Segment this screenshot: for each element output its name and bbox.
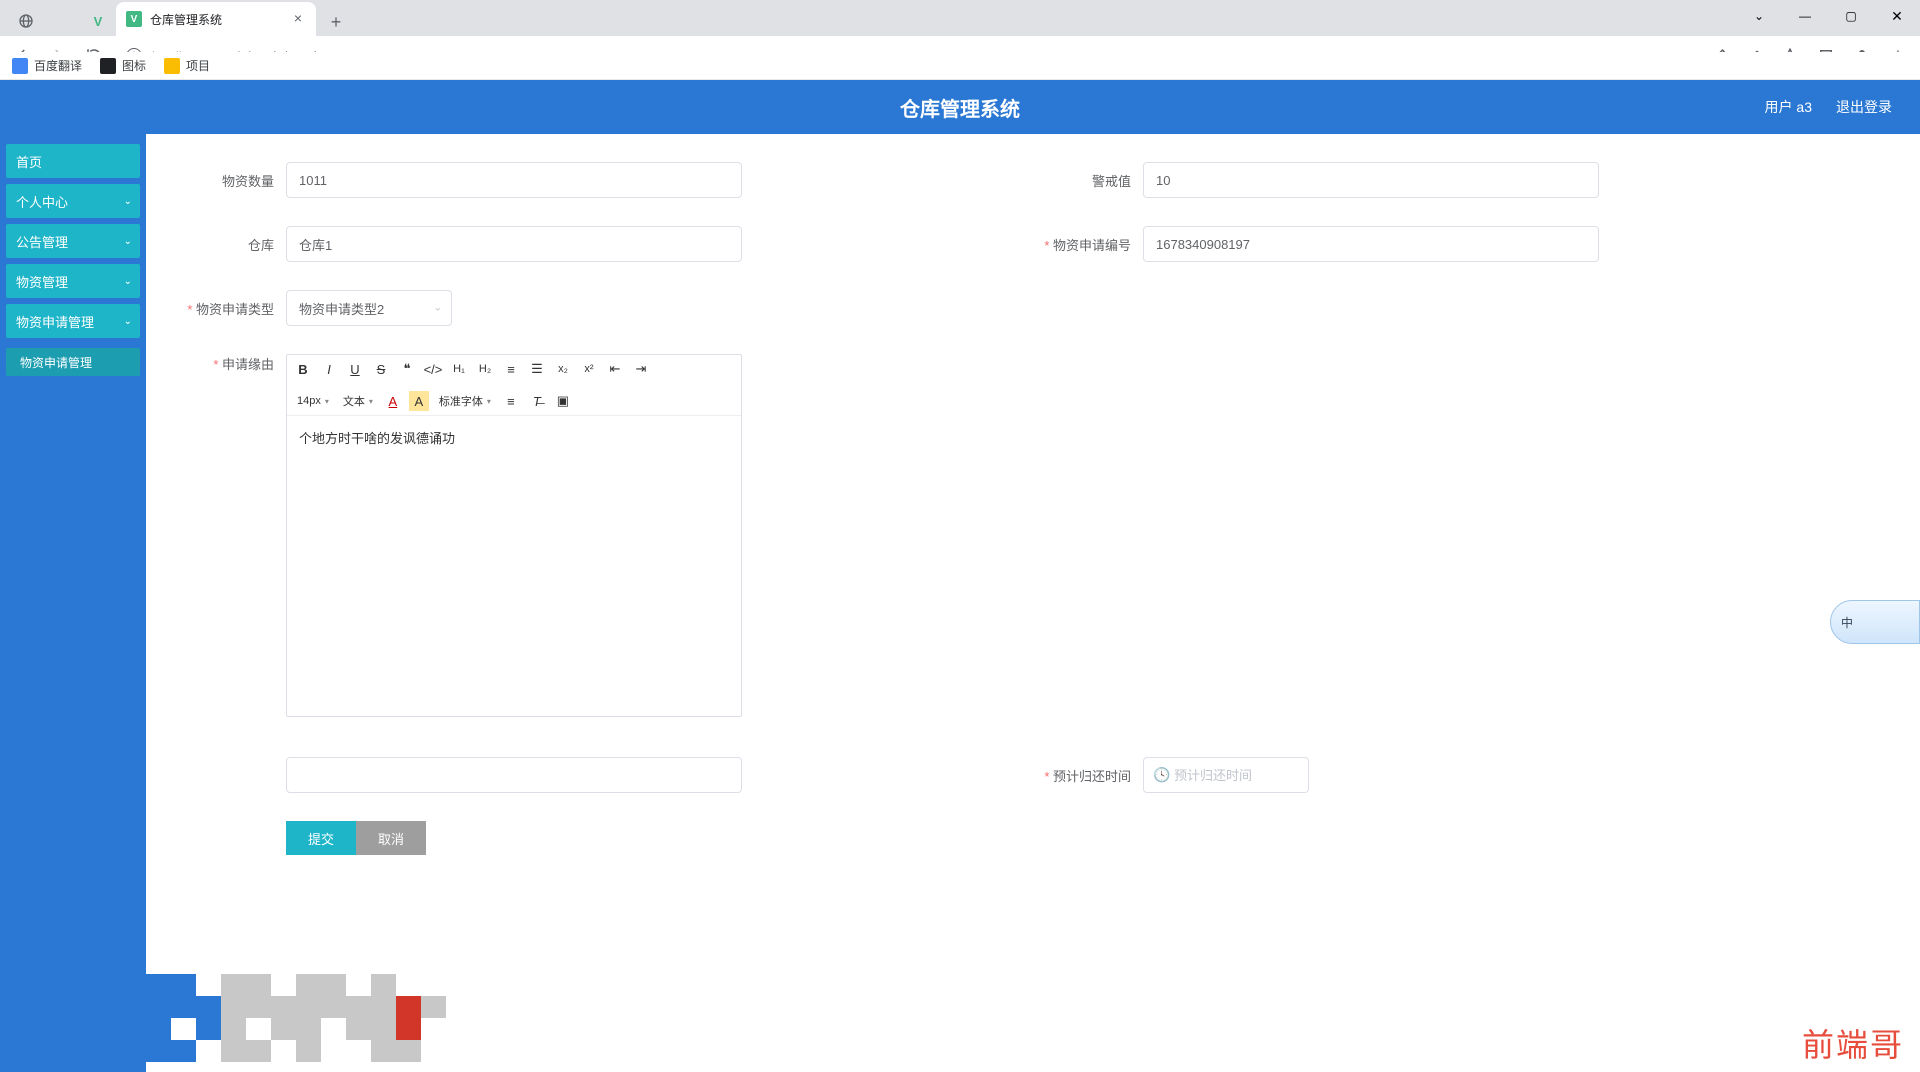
h2-icon[interactable]: H₂ [475, 359, 495, 379]
block-style-select[interactable]: 文本▾ [339, 391, 377, 411]
chevron-down-icon: ⌄ [124, 276, 132, 287]
sub-nav: 物资申请管理 [6, 344, 140, 376]
editor-toolbar: B I U S ❝ </> H₁ H₂ ≡ ☰ x₂ [287, 355, 741, 416]
bookmarks-bar: 百度翻译 图标 项目 [0, 52, 1920, 80]
tab-inactive-2[interactable] [44, 6, 80, 36]
logout-link[interactable]: 退出登录 [1836, 97, 1892, 117]
ime-mode-label: 中 [1841, 614, 1853, 631]
nav-request-mgmt[interactable]: 物资申请管理 ⌄ [6, 304, 140, 338]
ime-widget[interactable]: 中 [1830, 600, 1920, 644]
bold-icon[interactable]: B [293, 359, 313, 379]
app-title: 仓库管理系统 [900, 93, 1020, 122]
pixelated-overlay [146, 974, 446, 1062]
font-size-select[interactable]: 14px▾ [293, 391, 333, 411]
input-warn-value[interactable] [1143, 162, 1599, 198]
label-warn-value: 警戒值 [1033, 171, 1143, 190]
input-return-time[interactable] [1143, 757, 1309, 793]
label-return-time: 预计归还时间 [1033, 766, 1143, 785]
nav-home[interactable]: 首页 [6, 144, 140, 178]
subnav-label: 物资申请管理 [20, 354, 92, 371]
bookmark-label: 百度翻译 [34, 57, 82, 74]
bookmark-icon [12, 58, 28, 74]
tab-active[interactable]: V 仓库管理系统 × [116, 2, 316, 36]
tab-title: 仓库管理系统 [150, 11, 282, 28]
label-request-no: 物资申请编号 [1033, 235, 1143, 254]
chevron-down-icon: ⌄ [124, 196, 132, 207]
align-icon[interactable]: ≡ [501, 391, 521, 411]
bookmark-label: 项目 [186, 57, 210, 74]
sidebar: 首页 个人中心 ⌄ 公告管理 ⌄ 物资管理 ⌄ 物资申请管理 ⌄ 物资申请管理 [0, 134, 146, 1072]
main-layout: 首页 个人中心 ⌄ 公告管理 ⌄ 物资管理 ⌄ 物资申请管理 ⌄ 物资申请管理 物资数量 [0, 134, 1920, 1072]
image-icon[interactable]: ▣ [553, 391, 573, 411]
window-expand-icon[interactable]: ⌄ [1736, 0, 1782, 32]
superscript-icon[interactable]: x² [579, 359, 599, 379]
window-minimize-icon[interactable]: — [1782, 0, 1828, 32]
label-request-type: 物资申请类型 [176, 299, 286, 318]
window-maximize-icon[interactable]: ▢ [1828, 0, 1874, 32]
date-picker[interactable]: 🕓 [1143, 757, 1309, 793]
nav-label: 物资管理 [16, 272, 68, 291]
favicon-icon: V [126, 11, 142, 27]
nav-label: 个人中心 [16, 192, 68, 211]
submit-button[interactable]: 提交 [286, 821, 356, 855]
label-warehouse: 仓库 [176, 235, 286, 254]
chevron-down-icon: ⌄ [124, 236, 132, 247]
nav-label: 物资申请管理 [16, 312, 94, 331]
label-reason: 申请缘由 [176, 354, 286, 373]
window-controls: ⌄ — ▢ ✕ [1736, 0, 1920, 32]
quote-icon[interactable]: ❝ [397, 359, 417, 379]
new-tab-button[interactable]: + [322, 8, 350, 36]
unordered-list-icon[interactable]: ☰ [527, 359, 547, 379]
subscript-icon[interactable]: x₂ [553, 359, 573, 379]
text-color-icon[interactable]: A [383, 391, 403, 411]
label-wuzi-count: 物资数量 [176, 171, 286, 190]
nav-announcement[interactable]: 公告管理 ⌄ [6, 224, 140, 258]
watermark: 前端哥 [1802, 1020, 1904, 1066]
select-request-type[interactable]: ⌄ [286, 290, 452, 326]
bookmark-icons[interactable]: 图标 [100, 57, 146, 74]
app-root: 仓库管理系统 用户 a3 退出登录 首页 个人中心 ⌄ 公告管理 ⌄ 物资管理 ⌄ 物… [0, 80, 1920, 1072]
input-wuzi-count[interactable] [286, 162, 742, 198]
bookmark-baidu[interactable]: 百度翻译 [12, 57, 82, 74]
tab-inactive-vue[interactable]: V [80, 6, 116, 36]
chevron-down-icon: ⌄ [124, 316, 132, 327]
ordered-list-icon[interactable]: ≡ [501, 359, 521, 379]
bookmark-project[interactable]: 项目 [164, 57, 210, 74]
nav-material[interactable]: 物资管理 ⌄ [6, 264, 140, 298]
italic-icon[interactable]: I [319, 359, 339, 379]
bg-color-icon[interactable]: A [409, 391, 429, 411]
h1-icon[interactable]: H₁ [449, 359, 469, 379]
user-label[interactable]: 用户 a3 [1765, 97, 1812, 117]
tab-close-icon[interactable]: × [290, 11, 306, 27]
bookmark-icon [100, 58, 116, 74]
folder-icon [164, 58, 180, 74]
code-icon[interactable]: </> [423, 359, 443, 379]
nav-label: 公告管理 [16, 232, 68, 251]
strike-icon[interactable]: S [371, 359, 391, 379]
nav-profile[interactable]: 个人中心 ⌄ [6, 184, 140, 218]
subnav-request-mgmt[interactable]: 物资申请管理 [6, 348, 140, 376]
select-request-type-input[interactable] [286, 290, 452, 326]
form-actions: 提交 取消 [176, 821, 1890, 855]
clear-format-icon[interactable]: T̶ [527, 391, 547, 411]
font-family-select[interactable]: 标准字体▾ [435, 391, 495, 411]
input-extra[interactable] [286, 757, 742, 793]
outdent-icon[interactable]: ⇤ [605, 359, 625, 379]
rich-editor: B I U S ❝ </> H₁ H₂ ≡ ☰ x₂ [286, 354, 742, 717]
bookmark-label: 图标 [122, 57, 146, 74]
tabs-row: V V 仓库管理系统 × + ⌄ — ▢ ✕ [0, 0, 1920, 36]
form-content: 物资数量 警戒值 仓库 [146, 134, 1920, 1072]
indent-icon[interactable]: ⇥ [631, 359, 651, 379]
nav-label: 首页 [16, 152, 42, 171]
editor-body[interactable]: 个地方时干啥的发讽德诵功 [287, 416, 741, 716]
cancel-button[interactable]: 取消 [356, 821, 426, 855]
tab-inactive-globe[interactable] [8, 6, 44, 36]
input-warehouse[interactable] [286, 226, 742, 262]
input-request-no[interactable] [1143, 226, 1599, 262]
header-actions: 用户 a3 退出登录 [1765, 97, 1892, 117]
underline-icon[interactable]: U [345, 359, 365, 379]
app-header: 仓库管理系统 用户 a3 退出登录 [0, 80, 1920, 134]
window-close-icon[interactable]: ✕ [1874, 0, 1920, 32]
